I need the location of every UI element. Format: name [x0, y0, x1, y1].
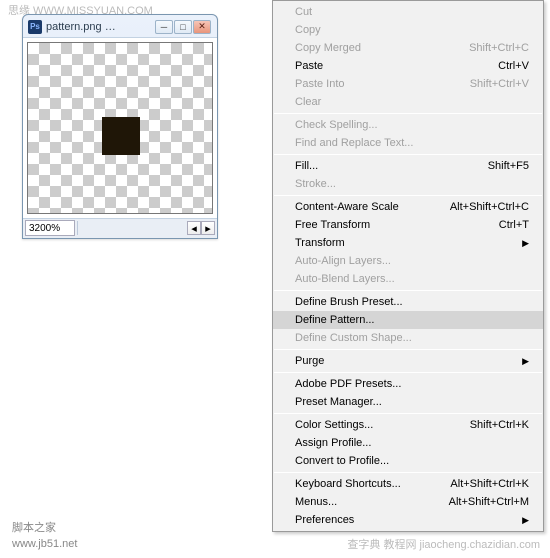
- menu-item-define-brush-preset[interactable]: Define Brush Preset...: [273, 293, 543, 311]
- menu-shortcut: Shift+F5: [488, 160, 529, 172]
- menu-item-label: Define Brush Preset...: [295, 296, 403, 308]
- menu-item-label: Adobe PDF Presets...: [295, 378, 401, 390]
- watermark-bottom-left: 脚本之家 www.jb51.net: [12, 521, 77, 552]
- menu-item-color-settings[interactable]: Color Settings... Shift+Ctrl+K: [273, 416, 543, 434]
- submenu-arrow-icon: ▶: [522, 515, 529, 526]
- menu-item-label: Content-Aware Scale: [295, 201, 399, 213]
- menu-item-label: Purge: [295, 355, 324, 367]
- menu-item-content-aware-scale[interactable]: Content-Aware Scale Alt+Shift+Ctrl+C: [273, 198, 543, 216]
- status-bar: ◂ ▸: [23, 218, 217, 238]
- menu-item-label: Copy: [295, 24, 321, 36]
- menu-item-label: Find and Replace Text...: [295, 137, 413, 149]
- menu-item-cut: Cut: [273, 3, 543, 21]
- menu-item-paste[interactable]: Paste Ctrl+V: [273, 57, 543, 75]
- menu-item-fill[interactable]: Fill... Shift+F5: [273, 157, 543, 175]
- menu-item-find-and-replace-text: Find and Replace Text...: [273, 134, 543, 152]
- menu-item-label: Preset Manager...: [295, 396, 382, 408]
- menu-shortcut: Ctrl+V: [498, 60, 529, 72]
- menu-item-transform[interactable]: Transform ▶: [273, 234, 543, 252]
- menu-item-purge[interactable]: Purge ▶: [273, 352, 543, 370]
- menu-shortcut: Ctrl+T: [499, 219, 529, 231]
- menu-item-stroke: Stroke...: [273, 175, 543, 193]
- menu-shortcut: Shift+Ctrl+K: [470, 419, 529, 431]
- pattern-pixel: [102, 117, 140, 155]
- menu-item-label: Copy Merged: [295, 42, 361, 54]
- submenu-arrow-icon: ▶: [522, 238, 529, 249]
- menu-item-keyboard-shortcuts[interactable]: Keyboard Shortcuts... Alt+Shift+Ctrl+K: [273, 475, 543, 493]
- menu-item-label: Auto-Blend Layers...: [295, 273, 395, 285]
- scroll-left-button[interactable]: ◂: [187, 221, 201, 235]
- watermark-bl-main: 脚本之家: [12, 521, 77, 536]
- menu-item-define-pattern[interactable]: Define Pattern...: [273, 311, 543, 329]
- menu-item-free-transform[interactable]: Free Transform Ctrl+T: [273, 216, 543, 234]
- menu-item-convert-to-profile[interactable]: Convert to Profile...: [273, 452, 543, 470]
- menu-item-label: Clear: [295, 96, 321, 108]
- menu-item-label: Keyboard Shortcuts...: [295, 478, 401, 490]
- menu-shortcut: Shift+Ctrl+V: [470, 78, 529, 90]
- menu-item-assign-profile[interactable]: Assign Profile...: [273, 434, 543, 452]
- menu-item-label: Convert to Profile...: [295, 455, 389, 467]
- scroll-right-button[interactable]: ▸: [201, 221, 215, 235]
- menu-item-label: Paste Into: [295, 78, 345, 90]
- menu-item-label: Free Transform: [295, 219, 370, 231]
- transparency-checker: [27, 42, 213, 214]
- menu-item-label: Define Pattern...: [295, 314, 375, 326]
- menu-item-label: Define Custom Shape...: [295, 332, 412, 344]
- menu-item-auto-align-layers: Auto-Align Layers...: [273, 252, 543, 270]
- menu-item-label: Color Settings...: [295, 419, 373, 431]
- window-title: pattern.png …: [46, 21, 116, 33]
- close-button[interactable]: ✕: [193, 20, 211, 34]
- menu-item-label: Auto-Align Layers...: [295, 255, 391, 267]
- menu-item-label: Stroke...: [295, 178, 336, 190]
- menu-separator: [274, 472, 542, 473]
- menu-separator: [274, 113, 542, 114]
- menu-item-label: Paste: [295, 60, 323, 72]
- edit-menu: Cut Copy Copy Merged Shift+Ctrl+C Paste Ctrl+…: [272, 0, 544, 532]
- menu-item-adobe-pdf-presets[interactable]: Adobe PDF Presets...: [273, 375, 543, 393]
- menu-item-menus[interactable]: Menus... Alt+Shift+Ctrl+M: [273, 493, 543, 511]
- zoom-input[interactable]: [25, 220, 75, 236]
- menu-item-label: Cut: [295, 6, 312, 18]
- canvas-area[interactable]: [23, 37, 217, 218]
- menu-item-preset-manager[interactable]: Preset Manager...: [273, 393, 543, 411]
- menu-shortcut: Alt+Shift+Ctrl+C: [450, 201, 529, 213]
- menu-item-paste-into: Paste Into Shift+Ctrl+V: [273, 75, 543, 93]
- menu-shortcut: Shift+Ctrl+C: [469, 42, 529, 54]
- status-spacer: [77, 221, 185, 235]
- watermark-bl-sub: www.jb51.net: [12, 537, 77, 552]
- menu-separator: [274, 372, 542, 373]
- menu-shortcut: Alt+Shift+Ctrl+M: [449, 496, 529, 508]
- menu-item-label: Preferences: [295, 514, 354, 526]
- menu-item-auto-blend-layers: Auto-Blend Layers...: [273, 270, 543, 288]
- menu-item-label: Transform: [295, 237, 345, 249]
- menu-item-label: Menus...: [295, 496, 337, 508]
- menu-item-check-spelling: Check Spelling...: [273, 116, 543, 134]
- titlebar[interactable]: Ps pattern.png … ─ □ ✕: [23, 15, 217, 37]
- maximize-button[interactable]: □: [174, 20, 192, 34]
- ps-icon: Ps: [28, 20, 42, 34]
- menu-separator: [274, 195, 542, 196]
- menu-item-label: Check Spelling...: [295, 119, 378, 131]
- menu-item-preferences[interactable]: Preferences ▶: [273, 511, 543, 529]
- submenu-arrow-icon: ▶: [522, 356, 529, 367]
- menu-separator: [274, 154, 542, 155]
- menu-item-copy-merged: Copy Merged Shift+Ctrl+C: [273, 39, 543, 57]
- menu-item-label: Assign Profile...: [295, 437, 371, 449]
- watermark-bottom-right: 查字典 教程网 jiaocheng.chazidian.com: [347, 536, 540, 552]
- menu-item-copy: Copy: [273, 21, 543, 39]
- menu-item-clear: Clear: [273, 93, 543, 111]
- document-window: Ps pattern.png … ─ □ ✕ ◂ ▸: [22, 14, 218, 239]
- menu-item-label: Fill...: [295, 160, 318, 172]
- menu-item-define-custom-shape: Define Custom Shape...: [273, 329, 543, 347]
- minimize-button[interactable]: ─: [155, 20, 173, 34]
- menu-separator: [274, 413, 542, 414]
- menu-separator: [274, 349, 542, 350]
- menu-separator: [274, 290, 542, 291]
- menu-shortcut: Alt+Shift+Ctrl+K: [450, 478, 529, 490]
